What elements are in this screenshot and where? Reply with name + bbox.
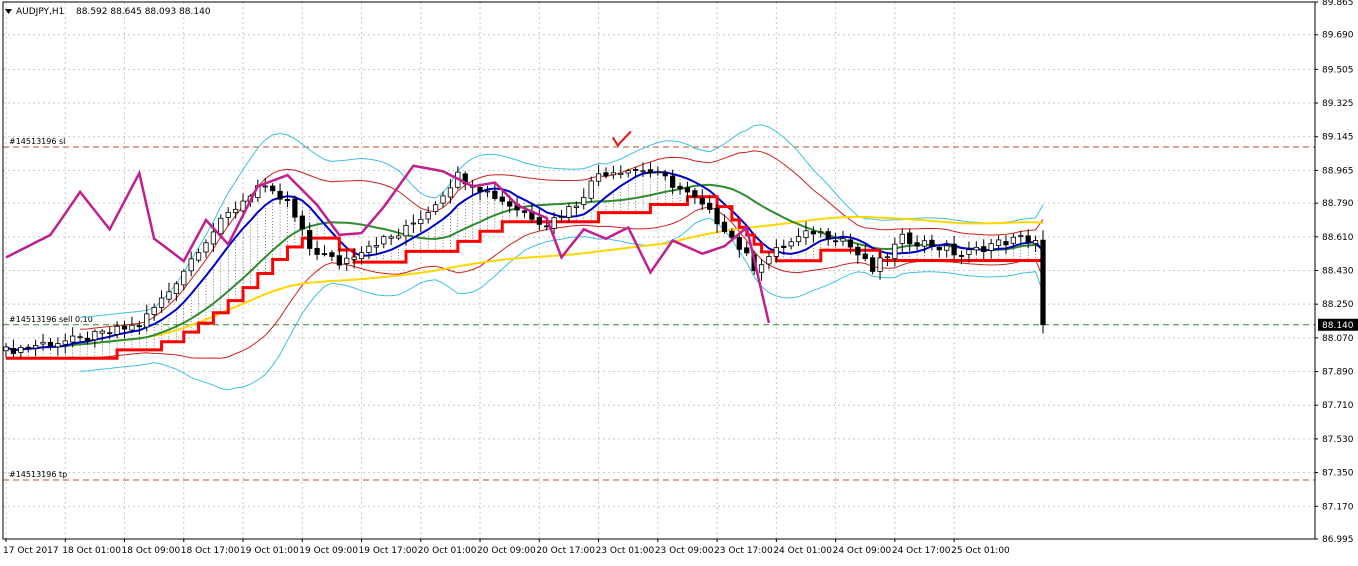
- price-chart[interactable]: #14513196 sl #14513196 sell 0.10 #14513196…: [0, 0, 1358, 562]
- order-line-label: #14513196 tp: [9, 470, 67, 479]
- time-tick-label: 23 Oct 09:00: [655, 546, 714, 556]
- symbol-header: AUDJPY,H1 88.592 88.645 88.093 88.140: [5, 7, 211, 17]
- price-tick-label: 87.170: [1322, 502, 1354, 512]
- time-tick-label: 24 Oct 17:00: [892, 546, 951, 556]
- time-tick-label: 20 Oct 17:00: [536, 546, 595, 556]
- time-tick-label: 18 Oct 17:00: [181, 546, 240, 556]
- time-tick-label: 24 Oct 01:00: [773, 546, 832, 556]
- svg-text:88.140: 88.140: [1322, 321, 1354, 331]
- price-tick-label: 89.145: [1322, 133, 1354, 143]
- time-tick-label: 23 Oct 01:00: [596, 546, 655, 556]
- order-line-label: #14513196 sell 0.10: [9, 315, 93, 324]
- price-tick-label: 88.070: [1322, 334, 1354, 344]
- price-tick-label: 88.430: [1322, 267, 1354, 277]
- chart-background: [0, 0, 1358, 562]
- chart-window[interactable]: #14513196 sl #14513196 sell 0.10 #14513196…: [0, 0, 1358, 562]
- symbol-label: AUDJPY,H1: [16, 7, 64, 17]
- candle[interactable]: [1040, 230, 1046, 334]
- candle[interactable]: [870, 255, 876, 275]
- price-tick-label: 89.865: [1322, 0, 1354, 8]
- time-tick-label: 20 Oct 09:00: [477, 546, 536, 556]
- price-tick-label: 87.710: [1322, 401, 1354, 411]
- time-tick-label: 23 Oct 17:00: [714, 546, 773, 556]
- time-tick-label: 18 Oct 09:00: [122, 546, 181, 556]
- price-tick-label: 87.350: [1322, 469, 1354, 479]
- current-price-tag: 88.140: [1318, 318, 1358, 331]
- price-tick-label: 89.505: [1322, 65, 1354, 75]
- time-tick-label: 19 Oct 17:00: [359, 546, 418, 556]
- time-tick-label: 25 Oct 01:00: [951, 546, 1010, 556]
- price-tick-label: 87.530: [1322, 435, 1354, 445]
- time-tick-label: 18 Oct 01:00: [62, 546, 121, 556]
- price-tick-label: 88.965: [1322, 166, 1354, 176]
- time-tick-label: 19 Oct 09:00: [299, 546, 358, 556]
- time-tick-label: 19 Oct 01:00: [240, 546, 299, 556]
- time-tick-label: 24 Oct 09:00: [833, 546, 892, 556]
- price-tick-label: 88.250: [1322, 300, 1354, 310]
- ohlc-readout: 88.592 88.645 88.093 88.140: [76, 7, 211, 17]
- price-tick-label: 88.610: [1322, 233, 1354, 243]
- price-tick-label: 88.790: [1322, 199, 1354, 209]
- price-tick-label: 87.890: [1322, 368, 1354, 378]
- order-line-label: #14513196 sl: [9, 137, 65, 146]
- price-tick-label: 86.995: [1322, 535, 1354, 545]
- time-tick-label: 17 Oct 2017: [3, 546, 59, 556]
- price-tick-label: 89.690: [1322, 31, 1354, 41]
- time-tick-label: 20 Oct 01:00: [418, 546, 477, 556]
- price-tick-label: 89.325: [1322, 99, 1354, 109]
